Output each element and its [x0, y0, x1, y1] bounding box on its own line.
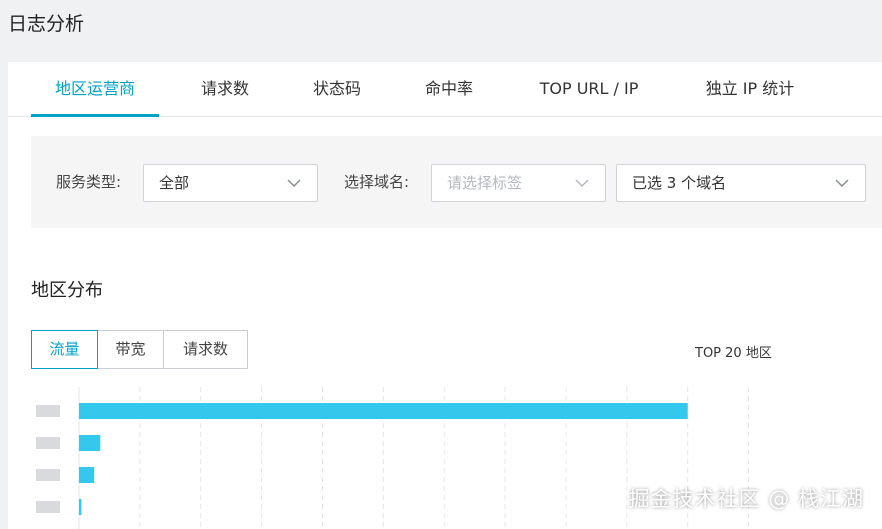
metric-bandwidth-button[interactable]: 带宽 [97, 330, 164, 369]
top-regions-label: TOP 20 地区 [695, 346, 772, 361]
category-label-blurred [36, 405, 60, 417]
metric-segmented-control: 流量 带宽 请求数 [31, 330, 248, 369]
category-label-blurred [36, 501, 60, 513]
chevron-down-icon [287, 179, 301, 187]
tab-requests[interactable]: 请求数 [180, 62, 270, 116]
tab-hit-rate[interactable]: 命中率 [404, 62, 494, 116]
log-analysis-card: 地区运营商 请求数 状态码 命中率 TOP URL / IP 独立 IP 统计 … [8, 62, 882, 529]
category-label-blurred [36, 469, 60, 481]
service-type-label: 服务类型: [56, 173, 122, 191]
bar[interactable] [79, 499, 82, 515]
tag-select-placeholder: 请选择标签 [447, 174, 523, 192]
filter-bar: 服务类型: 全部 选择域名: 请选择标签 已选 3 个域名 [31, 136, 882, 228]
bar[interactable] [79, 435, 101, 451]
chevron-down-icon [575, 179, 589, 187]
tab-status-code[interactable]: 状态码 [292, 62, 382, 116]
bar[interactable] [79, 403, 688, 419]
domain-select-value: 已选 3 个域名 [632, 174, 727, 192]
metric-requests-button[interactable]: 请求数 [163, 330, 248, 369]
tag-select[interactable]: 请选择标签 [431, 164, 606, 202]
domain-label: 选择域名: [344, 173, 410, 191]
category-label-blurred [36, 437, 60, 449]
tab-region-isp[interactable]: 地区运营商 [31, 62, 159, 117]
service-type-value: 全部 [159, 174, 190, 192]
bar[interactable] [79, 467, 95, 483]
watermark: 掘金技术社区 @ 栈江湖 [628, 487, 864, 511]
tab-unique-ip[interactable]: 独立 IP 统计 [688, 62, 812, 116]
region-distribution-title: 地区分布 [31, 280, 103, 301]
tab-bar: 地区运营商 请求数 状态码 命中率 TOP URL / IP 独立 IP 统计 [8, 62, 882, 117]
page-title: 日志分析 [8, 13, 85, 35]
tab-top-url-ip[interactable]: TOP URL / IP [524, 62, 654, 116]
metric-traffic-button[interactable]: 流量 [31, 330, 98, 369]
service-type-select[interactable]: 全部 [143, 164, 318, 202]
domain-select[interactable]: 已选 3 个域名 [616, 164, 866, 202]
chevron-down-icon [835, 179, 849, 187]
